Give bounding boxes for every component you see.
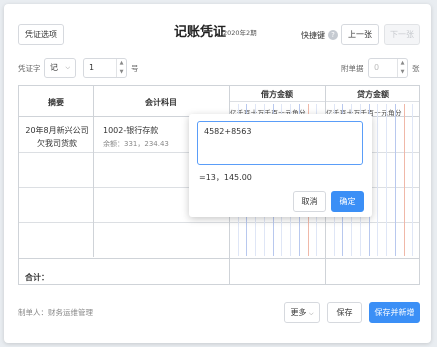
voucher-number-unit: 号	[131, 64, 139, 73]
attachments-value: 0	[374, 63, 380, 72]
stepper-arrows-icon[interactable]: ▲ ▼	[116, 59, 126, 77]
chevron-down-icon: ⌵	[65, 64, 70, 71]
expression-input[interactable]: 4582+8563	[197, 121, 363, 165]
help-icon[interactable]: ?	[328, 30, 338, 40]
digit-column-line	[403, 104, 405, 256]
account-balance: 余额：331，234.43	[103, 140, 169, 148]
confirm-button[interactable]: 确定	[331, 191, 364, 212]
amount-calculator-popup: 4582+8563 =13，145.00 取消 确定	[189, 114, 372, 217]
summary-header: 摘要	[48, 98, 64, 107]
page-title: 记账凭证	[174, 25, 227, 40]
digit-column-line	[412, 104, 414, 256]
digit-column-line	[377, 104, 379, 256]
attachments-stepper[interactable]: 0 ▲ ▼	[368, 58, 408, 78]
more-label: 更多	[290, 308, 307, 317]
column-divider	[93, 86, 94, 257]
calculation-result: =13，145.00	[199, 173, 252, 182]
prev-voucher-button[interactable]: 上一张	[341, 24, 379, 45]
attachments-unit: 张	[412, 64, 420, 73]
voucher-number-value: 1	[89, 63, 95, 72]
more-button[interactable]: 更多 ⌵	[284, 302, 320, 323]
next-voucher-button[interactable]: 下一张	[384, 24, 420, 45]
save-and-new-button[interactable]: 保存并新增	[369, 302, 420, 323]
save-button[interactable]: 保存	[327, 302, 362, 323]
voucher-word-select[interactable]: 记 ⌵	[44, 58, 76, 78]
voucher-word-label: 凭证字	[18, 64, 41, 73]
debit-header: 借方金额	[261, 90, 293, 99]
digit-column-line	[386, 104, 388, 256]
voucher-word-value: 记	[50, 63, 58, 72]
account-header: 会计科目	[145, 98, 177, 107]
account-cell[interactable]: 1002-银行存款	[103, 124, 158, 137]
total-divider	[19, 258, 419, 259]
chevron-down-icon: ⌵	[308, 310, 314, 317]
voucher-options-button[interactable]: 凭证选项	[18, 24, 64, 45]
stepper-arrows-icon[interactable]: ▲ ▼	[397, 59, 407, 77]
period-label: 2020年2期	[223, 29, 257, 37]
voucher-number-stepper[interactable]: 1 ▲ ▼	[83, 58, 127, 78]
credit-header: 贷方金额	[357, 90, 389, 99]
digit-column-line	[394, 104, 396, 256]
maker-label: 制单人：财务运维管理	[18, 308, 93, 317]
attachments-label: 附单据	[341, 64, 364, 73]
cancel-button[interactable]: 取消	[293, 191, 326, 212]
amount-header-divider	[229, 101, 419, 102]
shortcut-link[interactable]: 快捷键	[301, 30, 325, 41]
summary-cell[interactable]: 20年8月新兴公司欠我司货款	[25, 124, 89, 150]
total-label: 合计：	[25, 273, 49, 282]
